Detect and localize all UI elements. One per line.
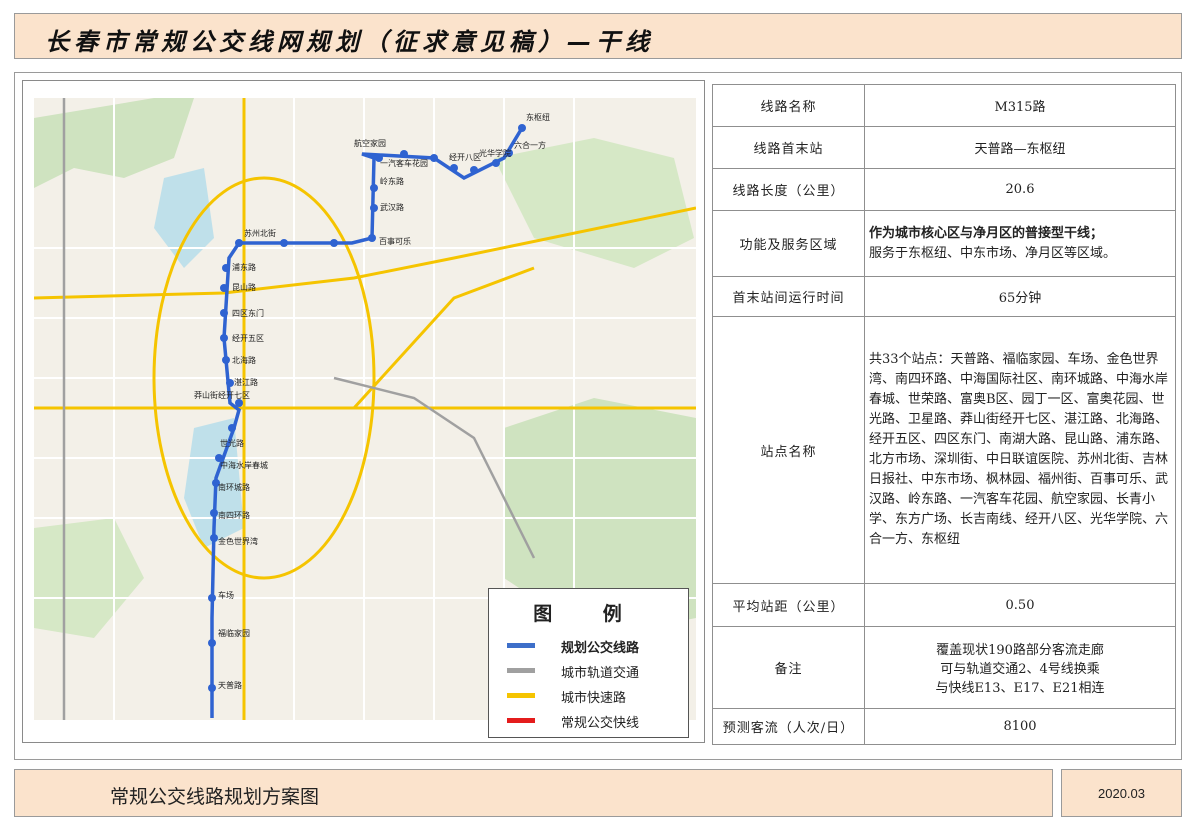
legend-label: 城市轨道交通	[561, 666, 640, 681]
route-name-value: M315路	[864, 84, 1176, 127]
stations-value: 共33个站点：天普路、福临家园、车场、金色世界湾、南四环路、中海国际社区、南环城…	[864, 316, 1176, 584]
stop-label: 航空家园	[354, 138, 386, 148]
legend-swatch	[507, 718, 535, 723]
length-value: 20.6	[864, 168, 1176, 211]
page-title: 长春市常规公交线网规划（征求意见稿）—干线	[45, 28, 654, 56]
spacing-value: 0.50	[864, 583, 1176, 627]
footer-date-box: 2020.03	[1061, 769, 1182, 817]
stop-label: 六合一方	[514, 140, 546, 150]
terminals-label: 线路首末站	[712, 126, 865, 169]
table-row: 功能及服务区域 作为城市核心区与净月区的普接型干线； 服务于东枢纽、中东市场、净…	[712, 210, 1176, 277]
stop-label: 苏州北街	[244, 228, 276, 238]
stop-label: 光华学院	[479, 148, 511, 158]
table-row: 备注 覆盖现状190路部分客流走廊 可与轨道交通2、4号线换乘 与快线E13、E…	[712, 626, 1176, 709]
stop-label: 北海路	[232, 355, 256, 365]
stop-label: 车场	[218, 590, 234, 600]
remarks-value: 覆盖现状190路部分客流走廊 可与轨道交通2、4号线换乘 与快线E13、E17、…	[864, 626, 1176, 709]
table-row: 线路名称 M315路	[712, 84, 1176, 127]
stop-label: 金色世界湾	[218, 536, 258, 546]
stop-label: 四区东门	[232, 308, 264, 318]
legend-title: 图 例	[533, 603, 644, 625]
route-info-table: 线路名称 M315路 线路首末站 天普路—东枢纽 线路长度（公里） 20.6 功…	[712, 84, 1176, 745]
stop-label: 东枢纽	[526, 112, 550, 122]
legend-label: 城市快速路	[561, 691, 627, 706]
table-row: 站点名称 共33个站点：天普路、福临家园、车场、金色世界湾、南四环路、中海国际社…	[712, 316, 1176, 584]
footer-title-bar: 常规公交线路规划方案图	[14, 769, 1053, 817]
function-label: 功能及服务区域	[712, 210, 865, 277]
stop-label: 经开八区	[449, 152, 481, 162]
stop-label: 福临家园	[218, 628, 250, 638]
footer-title: 常规公交线路规划方案图	[110, 787, 320, 808]
stop-label: 浦东路	[232, 262, 256, 272]
legend-swatch	[507, 693, 535, 698]
function-bold: 作为城市核心区与净月区的普接型干线；	[869, 225, 1104, 241]
remarks-label: 备注	[712, 626, 865, 709]
route-name-label: 线路名称	[712, 84, 865, 127]
spacing-label: 平均站距（公里）	[712, 583, 865, 627]
table-row: 预测客流（人次/日） 8100	[712, 708, 1176, 745]
ridership-value: 8100	[864, 708, 1176, 745]
runtime-label: 首末站间运行时间	[712, 276, 865, 317]
footer-date: 2020.03	[1098, 786, 1145, 801]
stop-label: 莽山街经开七区	[194, 390, 250, 400]
stations-label: 站点名称	[712, 316, 865, 584]
table-row: 平均站距（公里） 0.50	[712, 583, 1176, 627]
map-legend: 图 例 规划公交线路 城市轨道交通 城市快速路 常规公交快线	[488, 588, 689, 738]
ridership-label: 预测客流（人次/日）	[712, 708, 865, 745]
stop-label: 一汽客车花园	[380, 158, 428, 168]
table-row: 线路首末站 天普路—东枢纽	[712, 126, 1176, 169]
stop-label: 世光路	[220, 438, 244, 448]
legend-label: 常规公交快线	[561, 716, 640, 731]
function-value: 作为城市核心区与净月区的普接型干线； 服务于东枢纽、中东市场、净月区等区域。	[864, 210, 1176, 277]
stop-label: 昆山路	[232, 282, 256, 292]
length-label: 线路长度（公里）	[712, 168, 865, 211]
stop-label: 南环城路	[218, 482, 250, 492]
table-row: 首末站间运行时间 65分钟	[712, 276, 1176, 317]
stop-label: 南四环路	[218, 510, 250, 520]
function-text: 服务于东枢纽、中东市场、净月区等区域。	[869, 245, 1117, 261]
runtime-value: 65分钟	[864, 276, 1176, 317]
stop-label: 湛江路	[234, 377, 258, 387]
remarks-line: 覆盖现状190路部分客流走廊	[936, 643, 1104, 658]
terminals-value: 天普路—东枢纽	[864, 126, 1176, 169]
remarks-line: 与快线E13、E17、E21相连	[935, 681, 1105, 696]
table-row: 线路长度（公里） 20.6	[712, 168, 1176, 211]
legend-label: 规划公交线路	[561, 641, 640, 656]
stop-label: 武汉路	[380, 202, 404, 212]
remarks-line: 可与轨道交通2、4号线换乘	[940, 662, 1100, 677]
stop-label: 百事可乐	[379, 236, 411, 246]
stop-label: 岭东路	[380, 176, 404, 186]
title-bar: 长春市常规公交线网规划（征求意见稿）—干线	[14, 13, 1182, 59]
stop-label: 经开五区	[232, 333, 264, 343]
legend-swatch	[507, 668, 535, 673]
stop-label: 天普路	[218, 680, 242, 690]
stop-label: 中海水岸春城	[220, 460, 268, 470]
legend-swatch	[507, 643, 535, 648]
